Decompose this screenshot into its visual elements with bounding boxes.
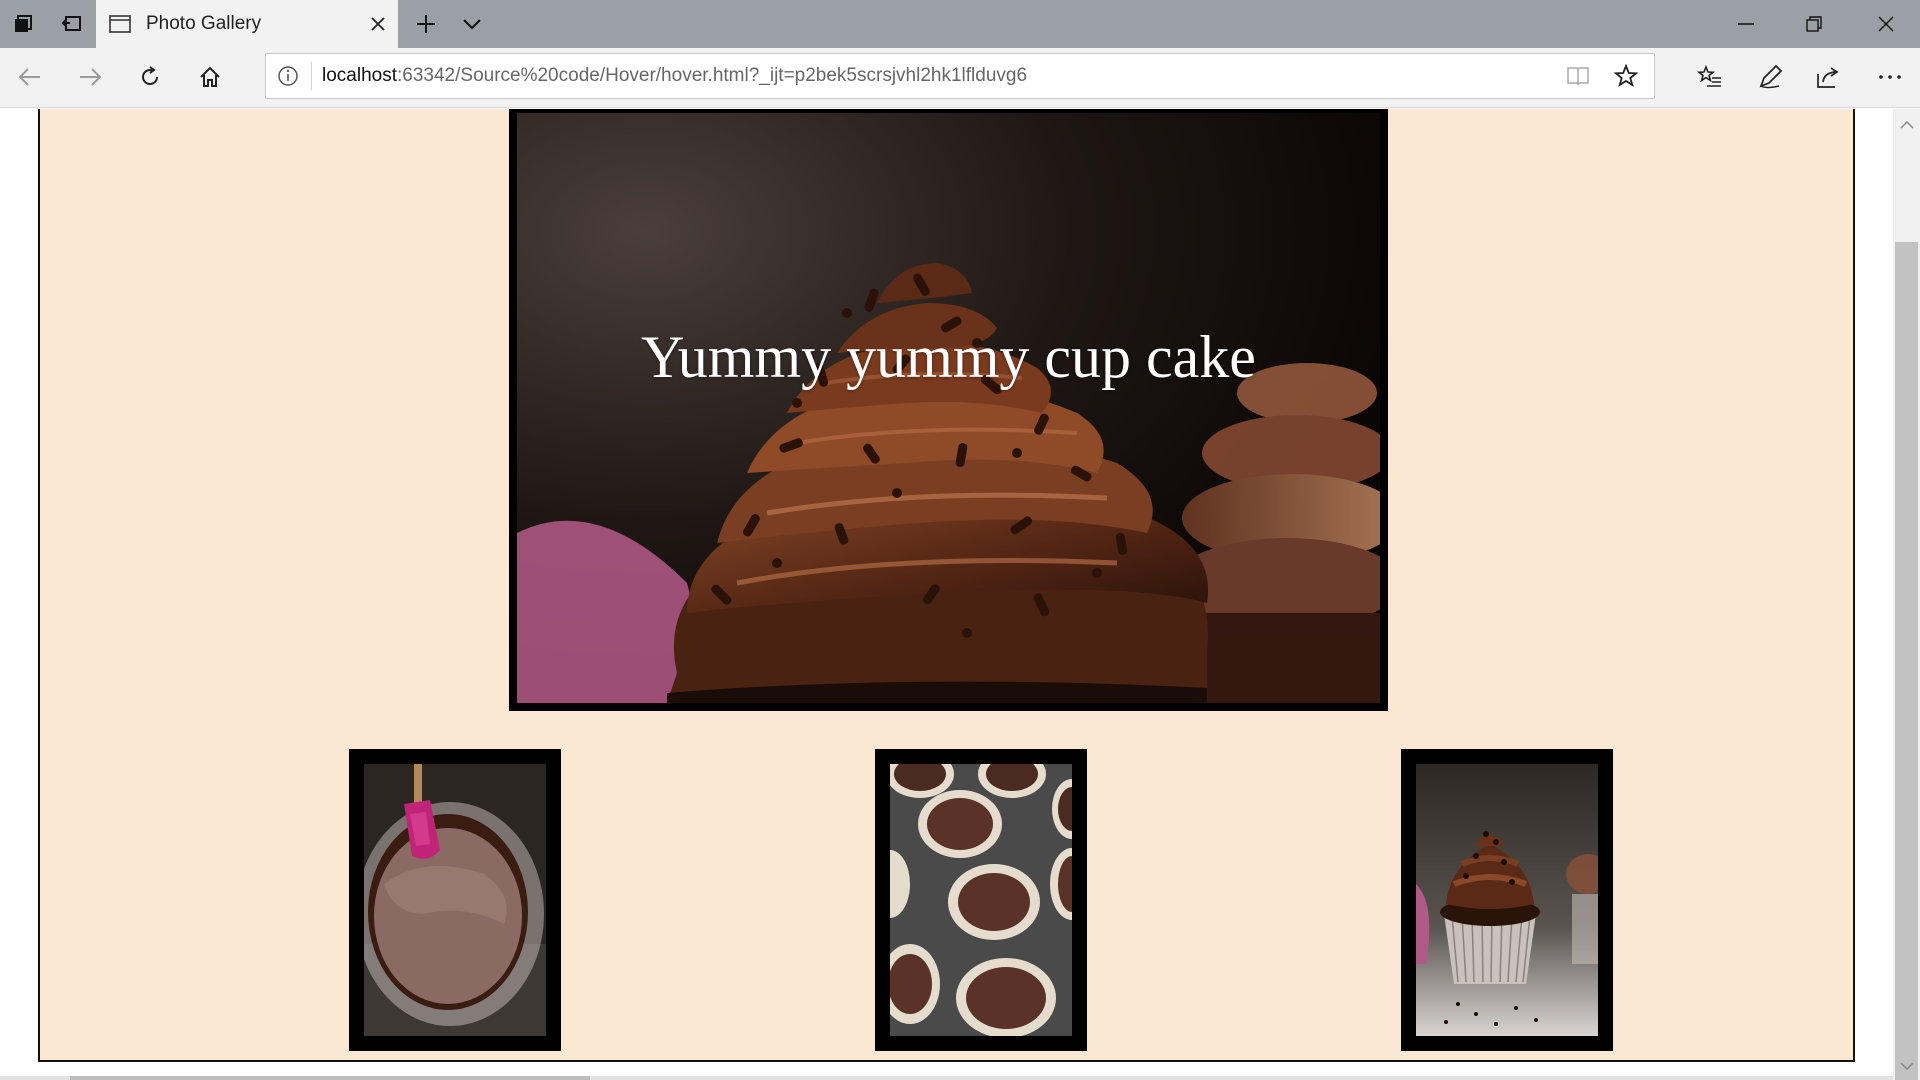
cupcake-photo: [1416, 764, 1598, 1036]
chevron-down-icon[interactable]: [448, 0, 496, 48]
url-host: localhost: [322, 65, 397, 86]
forward-icon[interactable]: [64, 54, 116, 100]
back-icon[interactable]: [4, 54, 56, 100]
muffin-tin-photo: [890, 764, 1072, 1036]
home-icon[interactable]: [184, 54, 236, 100]
address-divider: [311, 62, 312, 90]
url-path: :63342/Source%20code/Hover/hover.html?_i…: [397, 65, 1028, 86]
restore-icon[interactable]: [1780, 0, 1848, 48]
scroll-down-icon[interactable]: [1893, 1052, 1920, 1080]
tab-photo-gallery[interactable]: Photo Gallery: [96, 0, 398, 48]
favorites-list-icon[interactable]: [1684, 54, 1736, 100]
hero-caption: Yummy yummy cup cake: [641, 324, 1256, 390]
reading-view-icon[interactable]: [1556, 56, 1600, 96]
set-aside-tabs-icon[interactable]: [48, 0, 96, 48]
tab-title: Photo Gallery: [146, 13, 262, 34]
scroll-up-icon[interactable]: [1893, 111, 1920, 139]
pen-icon[interactable]: [1744, 54, 1796, 100]
refresh-icon[interactable]: [124, 54, 176, 100]
horizontal-scrollbar[interactable]: [0, 1076, 1893, 1080]
minimize-icon[interactable]: [1712, 0, 1780, 48]
muffin-tin-thumbnail[interactable]: [875, 749, 1087, 1051]
vertical-scrollbar[interactable]: [1893, 109, 1920, 1080]
favorite-star-icon[interactable]: [1604, 56, 1648, 96]
browser-toolbar: localhost:63342/Source%20code/Hover/hove…: [0, 48, 1920, 108]
close-icon[interactable]: [1852, 0, 1920, 48]
more-icon[interactable]: [1864, 54, 1916, 100]
tab-close-icon[interactable]: [358, 0, 398, 48]
page-viewport: Yummy yummy cup cake: [0, 109, 1893, 1080]
batter-bowl-thumbnail[interactable]: [349, 749, 561, 1051]
url-text[interactable]: localhost:63342/Source%20code/Hover/hove…: [322, 65, 1027, 87]
hero-cupcake-photo: [517, 113, 1380, 703]
cupcake-thumbnail[interactable]: [1401, 749, 1613, 1051]
hero-image[interactable]: Yummy yummy cup cake: [509, 109, 1388, 711]
plus-icon[interactable]: [401, 0, 451, 48]
scrollbar-thumb[interactable]: [1895, 242, 1918, 1080]
share-icon[interactable]: [1802, 54, 1854, 100]
batter-bowl-photo: [364, 764, 546, 1036]
address-bar[interactable]: localhost:63342/Source%20code/Hover/hove…: [265, 53, 1655, 99]
horizontal-scrollbar-thumb[interactable]: [70, 1076, 590, 1080]
tabs-aside-icon[interactable]: [0, 0, 48, 48]
info-icon[interactable]: [276, 64, 300, 88]
browser-tab-bar: Photo Gallery: [0, 0, 1920, 48]
page-favicon-icon: [108, 12, 132, 36]
photo-gallery: Yummy yummy cup cake: [38, 109, 1855, 1062]
